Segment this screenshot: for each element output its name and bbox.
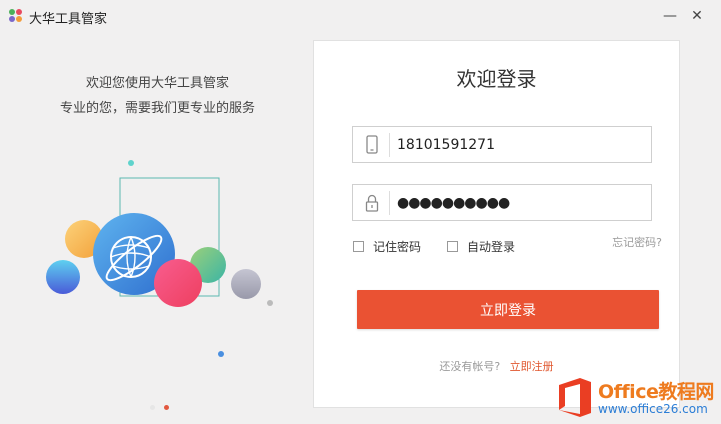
register-row: 还没有帐号? 立即注册 <box>314 358 679 374</box>
planet-illustration <box>46 160 273 357</box>
login-button[interactable]: 立即登录 <box>357 290 659 329</box>
watermark-url: www.office26.com <box>598 402 708 416</box>
close-button[interactable]: ✕ <box>686 6 708 26</box>
carousel-dot[interactable] <box>150 405 155 410</box>
carousel-dot-active[interactable] <box>164 405 169 410</box>
forgot-password-link[interactable]: 忘记密码? <box>612 234 662 250</box>
login-panel: 欢迎登录 记住密码 自动登录 忘记密码? 立即登录 还没有帐号? 立即注册 <box>313 40 680 408</box>
register-link[interactable]: 立即注册 <box>510 360 554 373</box>
auto-login-label: 自动登录 <box>467 240 516 254</box>
field-separator <box>389 133 390 157</box>
login-title: 欢迎登录 <box>456 67 537 91</box>
phone-field[interactable] <box>352 126 652 163</box>
phone-input[interactable] <box>397 133 637 157</box>
remember-password-label: 记住密码 <box>373 240 422 254</box>
phone-icon <box>366 135 378 154</box>
promo-line-1: 欢迎您使用大华工具管家 <box>85 76 229 91</box>
field-separator <box>389 191 390 215</box>
password-field[interactable] <box>352 184 652 221</box>
auto-login-checkbox[interactable]: 自动登录 <box>447 238 515 255</box>
register-question: 还没有帐号? <box>439 360 501 373</box>
password-input[interactable] <box>397 191 637 215</box>
app-title: 大华工具管家 <box>29 12 108 27</box>
minimize-button[interactable]: — <box>659 6 681 26</box>
app-logo-icon <box>9 9 23 23</box>
office26-watermark: Office教程网 www.office26.com <box>556 373 721 424</box>
checkbox-box[interactable] <box>353 241 364 252</box>
lock-icon <box>365 194 379 212</box>
title-bar: 大华工具管家 — ✕ <box>0 0 721 34</box>
checkbox-box[interactable] <box>447 241 458 252</box>
watermark-title: Office教程网 <box>598 381 714 403</box>
remember-password-checkbox[interactable]: 记住密码 <box>353 238 421 255</box>
office-logo-icon <box>559 378 591 417</box>
promo-line-2: 专业的您，需要我们更专业的服务 <box>59 101 255 116</box>
